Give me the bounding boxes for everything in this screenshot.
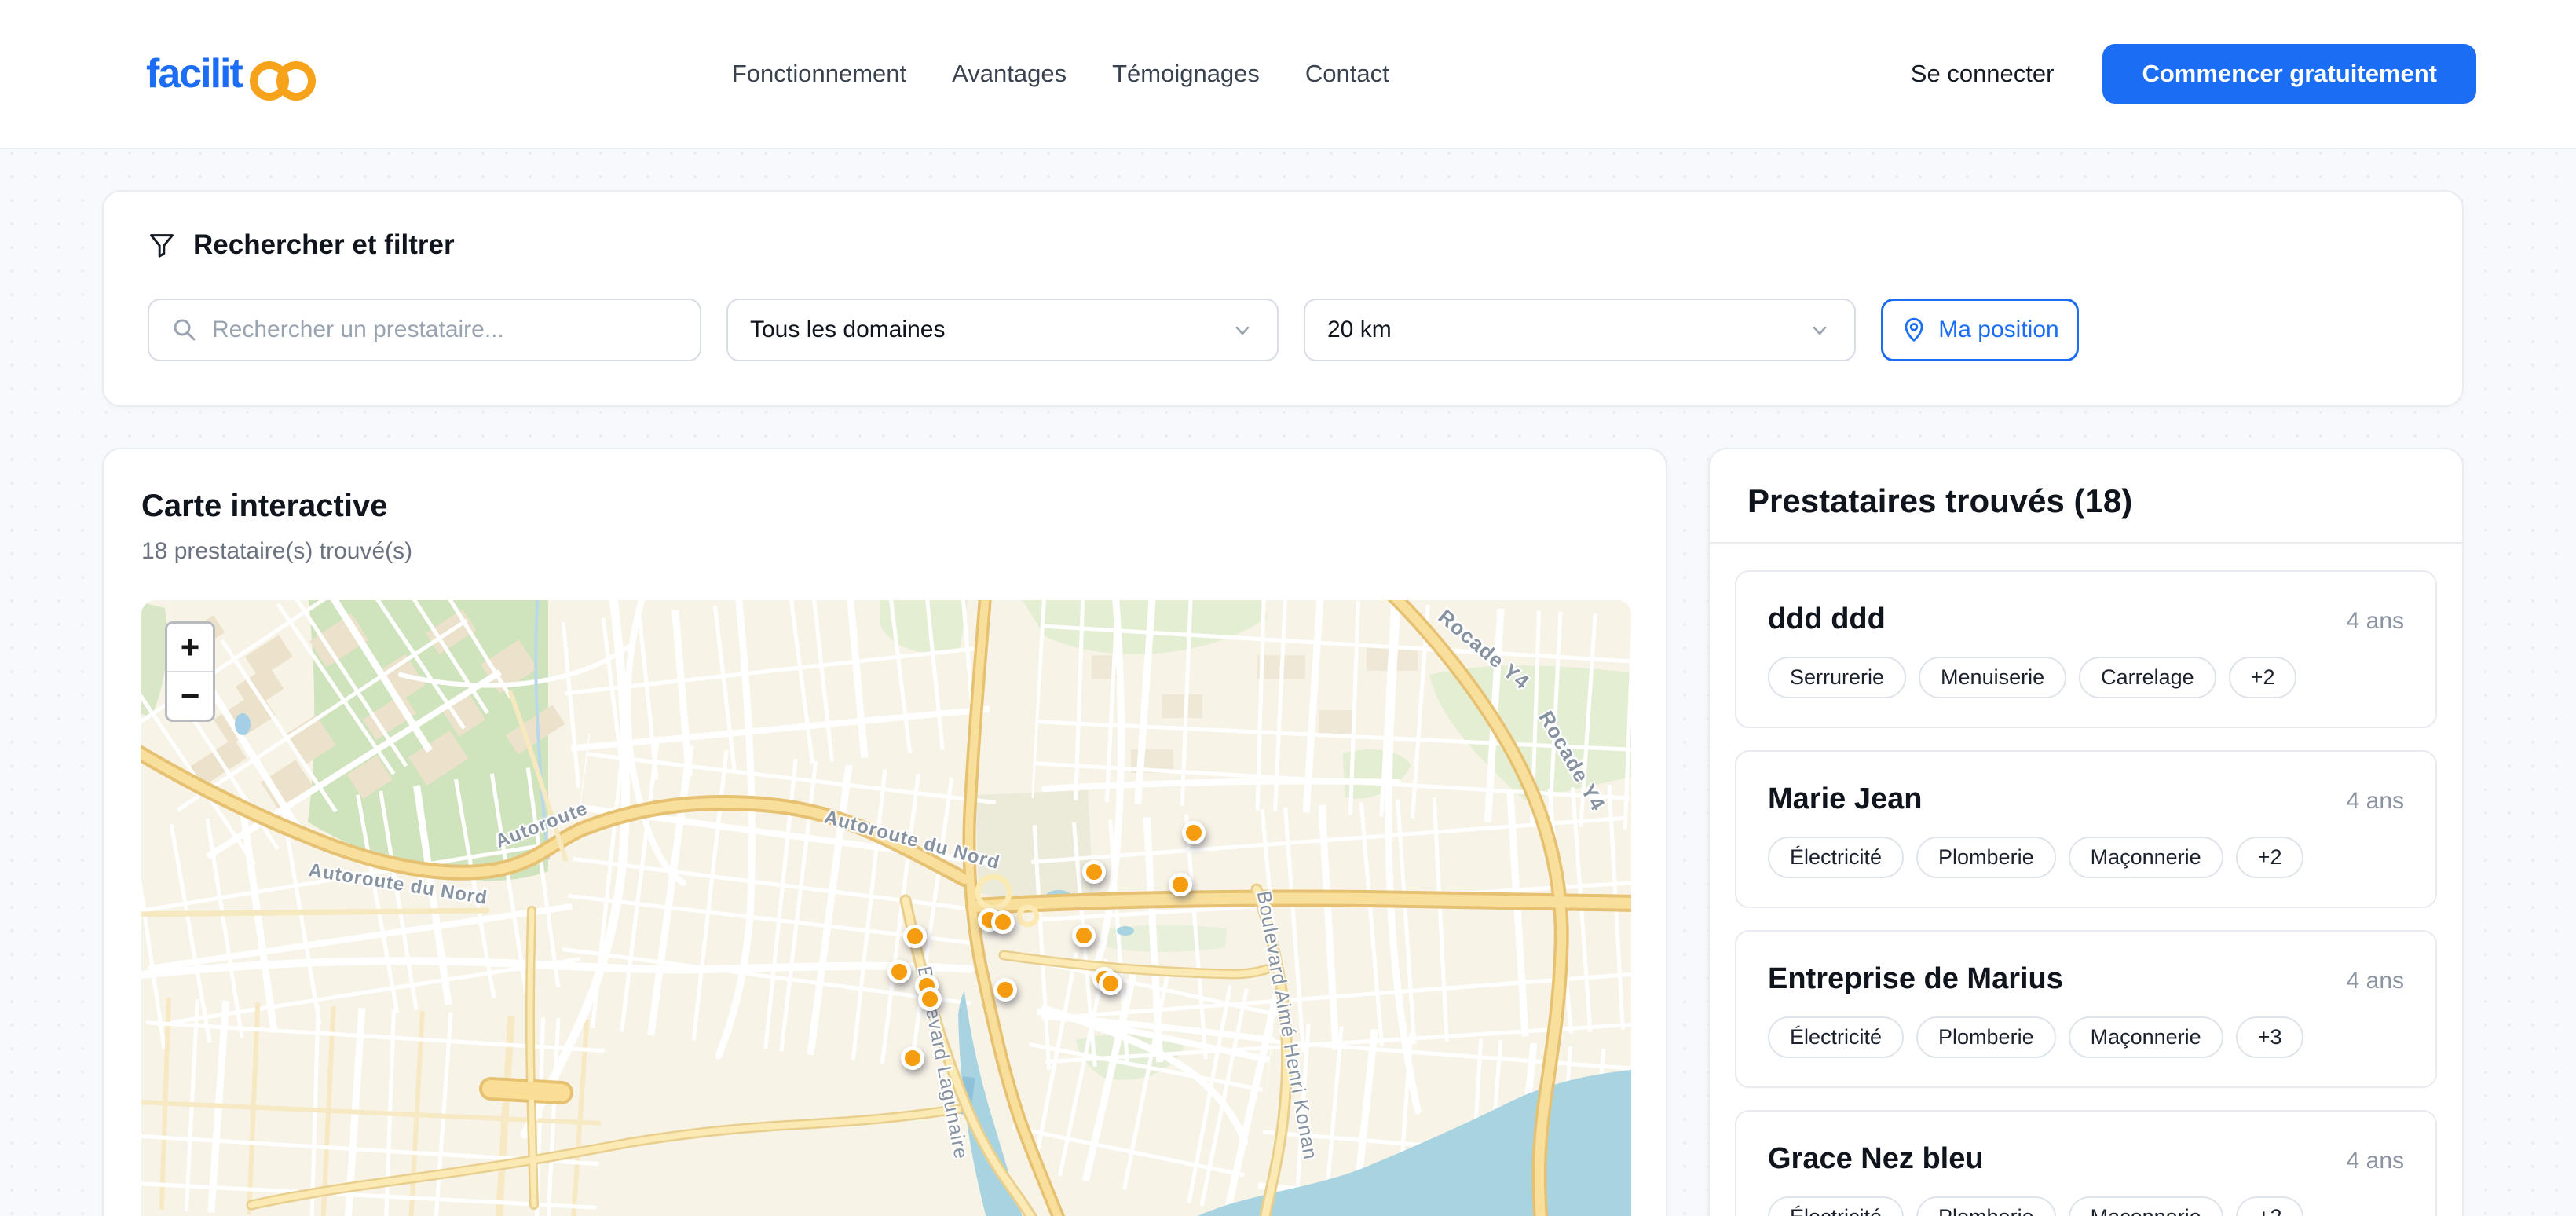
map-marker[interactable] [1182, 821, 1206, 844]
logo-rings-icon [243, 57, 324, 101]
search-icon [171, 317, 198, 343]
signup-button[interactable]: Commencer gratuitement [2102, 44, 2476, 104]
my-location-button[interactable]: Ma position [1881, 299, 2079, 361]
logo[interactable]: facilit [146, 50, 324, 97]
provider-tag: Plomberie [1916, 1016, 2056, 1058]
provider-experience: 4 ans [2347, 608, 2404, 635]
provider-tag: +3 [2236, 1016, 2304, 1058]
my-location-label: Ma position [1938, 317, 2058, 343]
logo-text: facilit [146, 50, 242, 97]
provider-name: Grace Nez bleu [1768, 1140, 1984, 1178]
provider-tag: Plomberie [1916, 1196, 2056, 1216]
results-header: Prestataires trouvés (18) [1710, 449, 2462, 542]
login-link[interactable]: Se connecter [1911, 60, 2055, 88]
zoom-out-button[interactable]: − [167, 672, 213, 720]
provider-tag: +2 [2229, 657, 2297, 698]
provider-tag: Maçonnerie [2069, 1016, 2223, 1058]
map-marker[interactable] [901, 1046, 924, 1070]
provider-tag: Plomberie [1916, 837, 2056, 878]
provider-tag: Maçonnerie [2069, 837, 2223, 878]
provider-name: ddd ddd [1768, 600, 1886, 638]
map-marker[interactable] [991, 910, 1015, 934]
nav-item-1[interactable]: Fonctionnement [732, 60, 906, 88]
provider-tag: +2 [2236, 837, 2304, 878]
radius-select-value: 20 km [1327, 317, 1392, 343]
map-zoom-control: + − [165, 621, 215, 722]
zoom-in-button[interactable]: + [167, 624, 213, 671]
results-list: ddd ddd 4 ans Serrurerie Menuiserie Carrelag… [1710, 544, 2462, 1216]
provider-card[interactable]: ddd ddd 4 ans Serrurerie Menuiserie Carrelag… [1735, 570, 2437, 728]
radius-select[interactable]: 20 km [1304, 299, 1856, 361]
domain-select[interactable]: Tous les domaines [726, 299, 1279, 361]
results-panel: Prestataires trouvés (18) ddd ddd 4 ans Se… [1708, 448, 2464, 1216]
nav-item-3[interactable]: Témoignages [1112, 60, 1260, 88]
provider-card[interactable]: Grace Nez bleu 4 ans Électricité Plomberie M… [1735, 1110, 2437, 1216]
nav-item-4[interactable]: Contact [1305, 60, 1389, 88]
main-nav: Fonctionnement Avantages Témoignages Contac… [732, 60, 1389, 88]
search-filter-panel: Rechercher et filtrer Tous les domaines … [102, 190, 2464, 407]
chevron-down-icon [1807, 317, 1832, 342]
provider-tag: Électricité [1768, 1016, 1904, 1058]
filter-row: Tous les domaines 20 km Ma position [148, 299, 2418, 361]
provider-tag: Carrelage [2079, 657, 2216, 698]
search-field[interactable] [148, 299, 701, 361]
chevron-down-icon [1230, 317, 1255, 342]
content-row: Carte interactive 18 prestataire(s) trou… [102, 448, 2464, 1216]
search-input[interactable] [212, 317, 678, 343]
provider-tag: Électricité [1768, 1196, 1904, 1216]
provider-experience: 4 ans [2347, 788, 2404, 815]
map-marker[interactable] [1082, 860, 1106, 884]
provider-name: Marie Jean [1768, 780, 1922, 818]
provider-tag: Maçonnerie [2069, 1196, 2223, 1216]
header: facilit Fonctionnement Avantages Témoignag… [0, 0, 2576, 149]
map-card: Carte interactive 18 prestataire(s) trou… [102, 448, 1667, 1216]
map-subtitle: 18 prestataire(s) trouvé(s) [141, 537, 1628, 566]
header-actions: Se connecter Commencer gratuitement [1911, 44, 2476, 104]
provider-tag: Électricité [1768, 837, 1904, 878]
provider-tag: +2 [2236, 1196, 2304, 1216]
map-marker[interactable] [1099, 972, 1122, 995]
provider-experience: 4 ans [2347, 1148, 2404, 1174]
map-marker[interactable] [1072, 924, 1096, 947]
map-basemap [141, 600, 1631, 1216]
map-marker[interactable] [887, 960, 911, 983]
filter-title-label: Rechercher et filtrer [193, 229, 455, 261]
filter-funnel-icon [148, 231, 176, 259]
provider-tag: Serrurerie [1768, 657, 1906, 698]
interactive-map[interactable]: Autoroute du NordAutorouteAutoroute du N… [141, 600, 1631, 1216]
results-title: Prestataires trouvés (18) [1747, 481, 2424, 522]
map-marker[interactable] [903, 925, 927, 948]
provider-card[interactable]: Entreprise de Marius 4 ans Électricité Plom… [1735, 930, 2437, 1088]
provider-name: Entreprise de Marius [1768, 960, 2063, 998]
map-pin-icon [1901, 317, 1927, 343]
map-marker[interactable] [918, 987, 942, 1011]
provider-card[interactable]: Marie Jean 4 ans Électricité Plomberie Maçon… [1735, 750, 2437, 908]
map-marker[interactable] [1169, 873, 1192, 896]
provider-experience: 4 ans [2347, 968, 2404, 994]
map-marker[interactable] [993, 978, 1017, 1002]
domain-select-value: Tous les domaines [750, 317, 945, 343]
provider-tag: Menuiserie [1919, 657, 2066, 698]
nav-item-2[interactable]: Avantages [952, 60, 1067, 88]
map-title: Carte interactive [141, 487, 1628, 525]
filter-title: Rechercher et filtrer [148, 229, 2418, 261]
